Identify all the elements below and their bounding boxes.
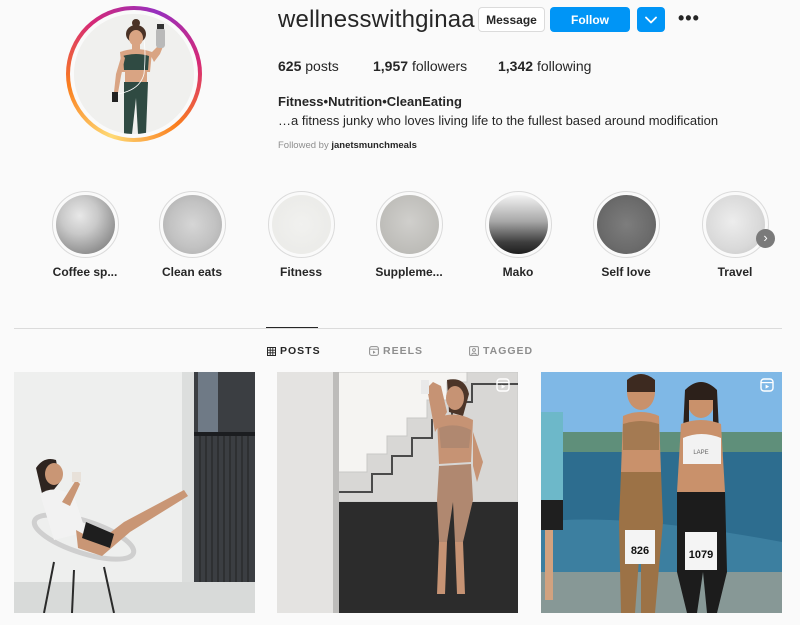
highlight-cover: [484, 191, 552, 258]
highlight-cover: [701, 191, 769, 258]
profile-avatar[interactable]: [66, 6, 202, 142]
highlight-fitness[interactable]: Fitness: [246, 191, 356, 279]
tab-tagged[interactable]: TAGGED: [469, 345, 533, 357]
reel-icon: [760, 378, 774, 392]
post-thumbnail[interactable]: [277, 372, 518, 613]
followers-count: 1,957: [373, 58, 409, 74]
highlight-label: Fitness: [279, 265, 322, 279]
followers-label: followers: [411, 58, 468, 74]
profile-username: wellnesswithginaa: [278, 6, 475, 33]
race-bib-right: 1079: [689, 549, 713, 561]
post-image: [14, 372, 255, 613]
chevron-right-icon[interactable]: ›: [756, 229, 775, 248]
bio-text: …a fitness junky who loves living life t…: [278, 113, 719, 128]
race-bib-left: 826: [631, 545, 649, 557]
reel-icon: [496, 378, 510, 392]
bio-name: Fitness•Nutrition•CleanEating: [278, 94, 462, 109]
highlight-cover: [51, 191, 119, 258]
active-tab-indicator: [266, 327, 318, 328]
highlight-cover: [592, 191, 660, 258]
highlight-label: Coffee sp...: [52, 265, 118, 279]
more-options-icon[interactable]: •••: [678, 9, 700, 27]
followed-by: Followed by janetsmunchmeals: [278, 140, 417, 151]
post-thumbnail[interactable]: [14, 372, 255, 613]
post-image: 826 LAPE 1079: [541, 372, 782, 613]
follow-button[interactable]: Follow: [550, 7, 630, 32]
highlight-label: Mako: [502, 265, 534, 279]
highlight-cover: [375, 191, 443, 258]
highlight-coffee[interactable]: Coffee sp...: [30, 191, 140, 279]
tab-label: TAGGED: [483, 345, 534, 357]
highlight-cover: [267, 191, 335, 258]
grid-icon: [267, 346, 276, 356]
post-thumbnail[interactable]: 826 LAPE 1079: [541, 372, 782, 613]
highlight-mako[interactable]: Mako: [463, 191, 573, 279]
following-label: following: [536, 58, 592, 74]
posts-stat: 625 posts: [278, 58, 339, 74]
following-stat[interactable]: 1,342 following: [498, 58, 591, 74]
tab-label: POSTS: [280, 345, 321, 357]
following-count: 1,342: [498, 58, 534, 74]
post-image: [277, 372, 518, 613]
tab-posts[interactable]: POSTS: [267, 345, 321, 357]
highlight-clean-eats[interactable]: Clean eats: [137, 191, 247, 279]
tabs-divider: [14, 328, 782, 329]
tank-text: LAPE: [693, 450, 708, 456]
tab-label: REELS: [383, 345, 424, 357]
highlight-supplements[interactable]: Suppleme...: [354, 191, 464, 279]
posts-label: posts: [305, 58, 339, 74]
reels-icon: [369, 346, 379, 356]
highlight-label: Travel: [717, 265, 753, 279]
tagged-icon: [469, 346, 479, 356]
suggested-dropdown-button[interactable]: [637, 7, 665, 32]
chevron-down-icon: [645, 16, 657, 23]
highlight-label: Clean eats: [161, 265, 223, 279]
tab-reels[interactable]: REELS: [369, 345, 423, 357]
highlight-self-love[interactable]: Self love: [571, 191, 681, 279]
followed-by-user[interactable]: janetsmunchmeals: [331, 140, 417, 151]
highlight-cover: [158, 191, 226, 258]
followers-stat[interactable]: 1,957 followers: [373, 58, 467, 74]
message-button[interactable]: Message: [478, 7, 545, 32]
followed-by-label: Followed by: [278, 140, 329, 151]
posts-count: 625: [278, 58, 302, 74]
highlight-label: Self love: [601, 265, 651, 279]
highlight-label: Suppleme...: [375, 265, 443, 279]
avatar-photo: [74, 14, 194, 134]
